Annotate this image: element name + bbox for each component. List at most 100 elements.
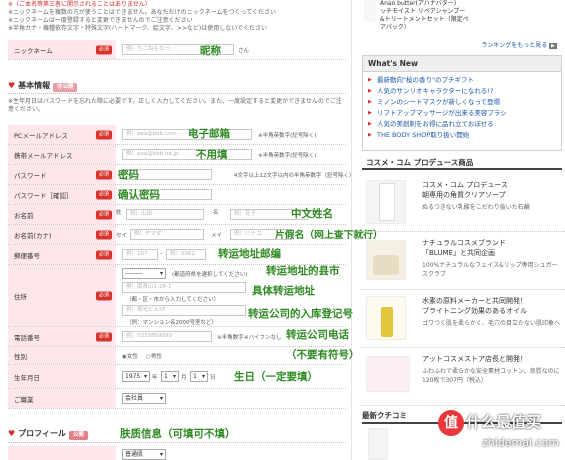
field-hint: (都道府県を選択してください) [172, 272, 248, 278]
address-row: 住所 必須 -------- (都道府県を選択してください) 例）南青山1-26-… [8, 265, 353, 327]
product-image [366, 180, 406, 224]
private-badge: 非公開 [52, 83, 78, 92]
produce-item[interactable]: コスメ・コム プロデュース 朝専用の角質クリアソープ ぬるつきない乳酸をこだわり… [360, 172, 565, 232]
oil-bottle-shape [381, 307, 393, 337]
skin-type-select[interactable]: 普通肌 [122, 449, 166, 460]
kana-row: お名前(カナ) 必須 セイ 例）ヤマダ メイ 例）ハナコ 片假名（网上查下就行） [8, 225, 383, 245]
note-line: ※（ご本名等第三者に開示されることはありません） [8, 1, 151, 8]
produce-title: コスメ・コム プロデュース商品 [366, 158, 474, 167]
nickname-label: ニックネーム 必須 [8, 40, 116, 59]
label-text: PCメールアドレス [14, 131, 68, 140]
job-select[interactable]: 会社員 [122, 393, 166, 404]
last-name-input[interactable]: 例）山田 [126, 209, 204, 220]
label-text: 電話番号 [14, 333, 40, 342]
required-badge: 必須 [95, 45, 112, 54]
product-description: ゴワつく肌を柔らかく、毛穴の目立たない肌印象へ [422, 320, 561, 327]
birth-year-select[interactable]: 1975 [122, 371, 150, 382]
news-item[interactable]: 人気のサンリオキャラクターになれる!? [367, 86, 557, 97]
phone-label: 電話番号 必須 [8, 327, 116, 346]
required-badge: 必須 [95, 170, 112, 179]
dash: - [160, 251, 162, 257]
news-item[interactable]: リフトアップマッサージが出来る美容プラシ [367, 108, 557, 119]
top-product-text[interactable]: Anao butter(アハナバター) ッチモイスト リペアシャンプー &トリー… [380, 0, 469, 32]
produce-item[interactable]: 水素の原料メーカーと共同開発！ ブライトニング効果のあるオイル ゴワつく肌を柔ら… [360, 290, 565, 348]
product-image [366, 356, 410, 392]
field-hint: 4文字以上12文字以内の半角英数字（記号除く） [234, 173, 355, 179]
kana-label: お名前(カナ) 必須 [8, 225, 116, 244]
news-item[interactable]: 最新動向"桜の香り"のプチギフト [367, 75, 557, 86]
annotation-no-need: 不用填 [196, 149, 228, 161]
phone-input[interactable]: 例）0335859899 [122, 331, 212, 342]
last-name-kana-input[interactable]: 例）ヤマダ [130, 229, 204, 240]
building-input[interactable]: 例）寿光ビル5F [122, 305, 246, 316]
news-item[interactable]: ミノンのシートマスクが新しくなって登場 [367, 97, 557, 108]
basic-info-note: ※生年月日はパスワードを忘れた際に必要です。正しく入力してください。また、一度設… [8, 98, 342, 113]
birthday-label: 生年月日 [8, 365, 116, 388]
product-title: 水素の原料メーカーと共同開発！ [422, 297, 527, 305]
sidebar: Anao butter(アハナバター) ッチモイスト リペアシャンプー &トリー… [360, 0, 565, 460]
whats-new-title: What's New [363, 56, 561, 72]
mobile-mail-input[interactable]: 例）aaa@bbb.ne.jp [122, 149, 252, 160]
produce-item[interactable]: ナチュラルコスメブランド 「BLUME」と共同企画 100%ナチュラルなフェイス… [360, 232, 565, 290]
product-line: ッチモイスト リペアシャンプー [380, 8, 466, 15]
produce-item[interactable]: アットコスメストア店長と開発！ ふわふわで柔らかな安全素材コットン。良質なのに1… [360, 348, 565, 406]
basic-info-title: 基本情報 [18, 81, 51, 90]
product-title: アットコスメストア店長と開発！ [422, 355, 527, 363]
name-label: お名前 必須 [8, 205, 116, 224]
news-item[interactable]: 人気の美創刺をお得に品れ立ておぼせる [367, 119, 557, 130]
female-radio[interactable]: ◉女性 [122, 352, 138, 360]
required-badge: 必須 [95, 250, 112, 259]
note-line: ※半角カナ・機種依存文字・特殊文字(ハートマーク、絵文字、>>など)は使用しない… [8, 25, 268, 32]
product-description: ふわふわで柔らかな安全素材コットン。良質なのに120枚で307円（税込） [422, 368, 560, 384]
postal-code-input-1[interactable]: 例）107 [122, 249, 158, 260]
section-divider [8, 93, 346, 94]
label-text: 生年月日 [14, 373, 40, 382]
prefecture-select[interactable]: -------- [122, 268, 166, 279]
label-text: 携帯メールアドレス [14, 151, 73, 160]
product-image [368, 428, 388, 460]
skin-label [8, 446, 116, 460]
annotation-chinese-name: 中文姓名 [291, 208, 333, 220]
annotation-password: 密码 [118, 169, 139, 181]
city-input[interactable]: 例）南青山1-26-1 [122, 282, 246, 293]
ranking-link[interactable]: ランキングをもっと見る ▶ [481, 40, 557, 49]
male-radio[interactable]: ○男性 [146, 352, 162, 360]
phone-row: 電話番号 必須 例）0335859899 ※半角数字 ※ハイフンなし 转运公司电话 [8, 327, 349, 347]
ranking-link-text: ランキングをもっと見る [481, 42, 548, 49]
birth-day-select[interactable]: 1 [190, 371, 208, 382]
male-label: 男性 [150, 354, 162, 360]
job-row: ご職業 会社員 [8, 389, 346, 409]
label-text: ご職業 [14, 395, 34, 404]
product-image [366, 296, 406, 340]
postal-label: 郵便番号 必須 [8, 245, 116, 264]
sei-kana-label: セイ [116, 233, 128, 239]
required-badge: 必須 [95, 210, 112, 219]
news-item[interactable]: THE BODY SHOP取り扱い開始 [367, 130, 557, 141]
basic-info-heading: ♥ 基本情報 非公開 [8, 80, 346, 92]
label-text: パスワード [14, 171, 47, 180]
pc-mail-label: PCメールアドレス 必須 [8, 125, 116, 144]
field-hint: ※半角英数字(記号除く) [258, 133, 317, 139]
label-text: お名前(カナ) [14, 231, 52, 240]
password-row: パスワード 必須 4文字以上12文字以内の半角英数字（記号除く） 密码 [8, 165, 355, 185]
public-badge: 公開 [68, 431, 88, 440]
mei-label: 名 [213, 210, 219, 216]
top-notes: ※（ご本名等第三者に開示されることはありません） ※ニックネームを複数の方が使う… [8, 1, 348, 33]
postal-row: 郵便番号 必須 例）107 - 例）0062 转运地址邮编 [8, 245, 346, 265]
annotation-password-confirm: 确认密码 [118, 189, 160, 201]
pc-mail-input[interactable]: 例）aaa@bbb.com [122, 129, 252, 140]
year-unit: 年 [152, 375, 158, 381]
nickname-label-text: ニックネーム [14, 46, 53, 55]
annotation-email: 电子邮箱 [188, 128, 230, 140]
label-text: 性別 [14, 352, 27, 361]
annotation-skin-info: 肤质信息（可填可不填） [120, 428, 236, 440]
birth-month-select[interactable]: 1 [161, 371, 179, 382]
product-line: &トリートメントセット（限定ペ [380, 16, 469, 23]
required-badge: 必須 [95, 291, 112, 300]
whats-new-box: What's New 最新動向"桜の香り"のプチギフト 人気のサンリオキャラクタ… [362, 55, 562, 151]
mei-kana-label: メイ [211, 233, 223, 239]
product-line: アパック） [380, 24, 410, 31]
annotation-postal: 转运地址邮编 [218, 248, 281, 260]
postal-code-input-2[interactable]: 例）0062 [166, 249, 206, 260]
day-unit: 日 [210, 375, 216, 381]
